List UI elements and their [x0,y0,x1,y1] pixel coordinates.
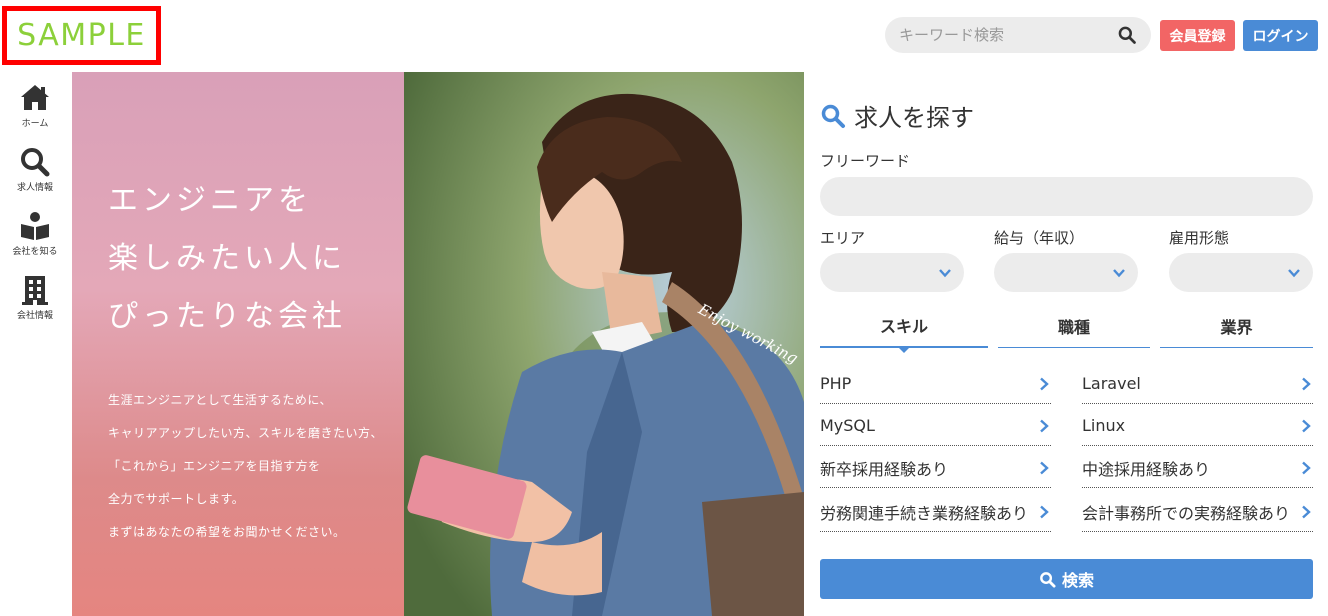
area-select[interactable] [820,253,964,292]
chevron-down-icon [1288,268,1300,277]
chevron-right-icon [1040,419,1049,432]
hero-body-line: 全力でサポートします。 [108,492,245,506]
tab-skill[interactable]: スキル [820,304,988,353]
search-icon [1040,571,1056,588]
skill-label: Linux [1082,416,1126,435]
search-button[interactable]: 検索 [820,559,1313,599]
hero-headline: エンジニアを 楽しみたい人に ぴったりな会社 [108,172,346,346]
skill-link[interactable]: Linux [1082,406,1313,446]
job-search-panel: 求人を探す フリーワード エリア 給与（年収） 雇用形態 スキル 職種 業界 P… [804,72,1328,616]
building-icon [22,276,48,305]
skill-label: 新卒採用経験あり [820,459,949,479]
home-icon [21,85,49,110]
side-navigation: ホーム 求人情報 会社を知る 会社情報 [0,72,70,328]
site-logo[interactable]: SAMPLE [2,6,161,65]
search-icon [21,148,50,177]
nav-label-about-company: 会社を知る [12,247,58,257]
skill-label: MySQL [820,416,875,435]
nav-item-jobs[interactable]: 求人情報 [0,136,70,200]
keyword-search [885,17,1151,53]
search-icon [821,104,845,128]
skill-label: 労務関連手続き業務経験あり [820,503,1029,523]
freeword-label: フリーワード [820,152,911,170]
employment-select[interactable] [1169,253,1313,292]
skill-label: 会計事務所での実務経験あり [1082,503,1291,523]
reader-icon [21,212,49,240]
hero-body-line: 生涯エンジニアとして生活するために、 [108,393,333,407]
salary-label: 給与（年収） [994,229,1085,247]
hero-banner: エンジニアを 楽しみたい人に ぴったりな会社 生涯エンジニアとして生活するために… [72,72,804,616]
chevron-right-icon [1302,419,1311,432]
hero-body-line: 「これから」エンジニアを目指す方を [108,459,321,473]
skill-label: PHP [820,374,852,393]
category-tabs: スキル 職種 業界 [820,304,1313,353]
skill-link[interactable]: MySQL [820,406,1051,446]
nav-item-home[interactable]: ホーム [0,72,70,136]
hero-headline-line: ぴったりな会社 [108,299,346,334]
freeword-input[interactable] [820,177,1313,216]
nav-label-company-info: 会社情報 [16,311,53,321]
skill-link[interactable]: Laravel [1082,364,1313,404]
skill-label: Laravel [1082,374,1141,393]
search-button-label: 検索 [1061,571,1094,590]
chevron-right-icon [1302,461,1311,474]
panel-title-text: 求人を探す [854,104,974,132]
login-button[interactable]: ログイン [1243,20,1318,51]
chevron-right-icon [1040,505,1049,518]
area-label: エリア [820,229,866,247]
skill-link[interactable]: PHP [820,364,1051,404]
chevron-down-icon [1113,268,1125,277]
nav-item-about-company[interactable]: 会社を知る [0,200,70,264]
nav-item-company-info[interactable]: 会社情報 [0,264,70,328]
hero-description: 生涯エンジニアとして生活するために、 キャリアアップしたい方、スキルを磨きたい方… [108,384,383,549]
tab-industry[interactable]: 業界 [1160,304,1313,348]
tab-occupation[interactable]: 職種 [998,304,1150,348]
skill-link[interactable]: 新卒採用経験あり [820,448,1051,488]
skill-link[interactable]: 会計事務所での実務経験あり [1082,492,1313,532]
salary-select[interactable] [994,253,1138,292]
panel-title: 求人を探す [820,98,974,133]
skill-link[interactable]: 労務関連手続き業務経験あり [820,492,1051,532]
hero-body-line: キャリアアップしたい方、スキルを磨きたい方、 [108,426,384,440]
chevron-right-icon [1302,377,1311,390]
chevron-right-icon [1040,377,1049,390]
chevron-down-icon [939,268,951,277]
logo-text: SAMPLE [17,18,146,53]
hero-headline-line: 楽しみたい人に [108,241,346,276]
register-button[interactable]: 会員登録 [1160,20,1235,51]
search-icon[interactable] [1117,25,1137,45]
nav-label-home: ホーム [21,119,49,129]
skill-label: 中途採用経験あり [1082,459,1211,479]
keyword-search-input[interactable] [899,26,1117,44]
nav-label-jobs: 求人情報 [16,183,53,193]
chevron-right-icon [1302,505,1311,518]
hero-headline-line: エンジニアを [108,183,312,218]
hero-photo-woman [404,72,804,616]
chevron-right-icon [1040,461,1049,474]
skill-link[interactable]: 中途採用経験あり [1082,448,1313,488]
employment-label: 雇用形態 [1169,229,1230,247]
hero-body-line: まずはあなたの希望をお聞かせください。 [108,525,346,539]
